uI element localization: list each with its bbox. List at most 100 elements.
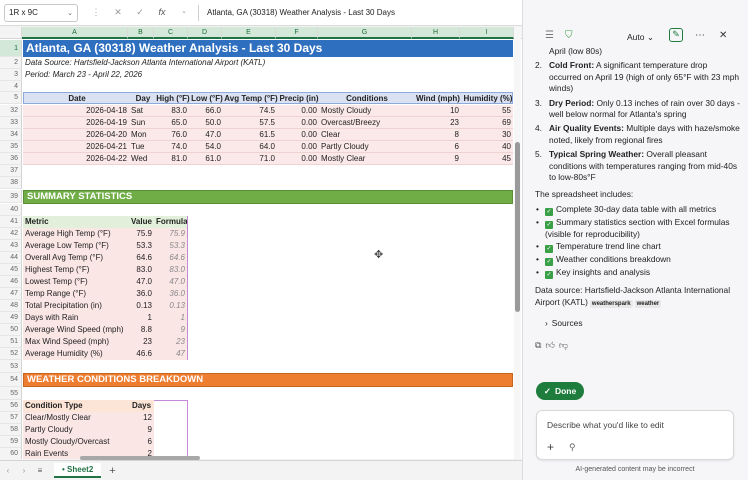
spreadsheet-grid[interactable]: A B C D E F G H I 1 Atlanta, GA (30318) … [0, 27, 522, 459]
citation-chip[interactable]: weatherspark [589, 299, 633, 308]
summary-metric[interactable]: Lowest Temp (°F) [23, 276, 129, 288]
row-header[interactable]: 47 [0, 288, 22, 300]
shield-icon[interactable]: ⛉ [565, 30, 573, 41]
table-cell[interactable]: 55 [461, 105, 513, 117]
summary-metric[interactable]: Total Precipitation (in) [23, 300, 129, 312]
table-cell[interactable]: Sun [129, 117, 155, 129]
row-header[interactable]: 46 [0, 276, 22, 288]
table-cell[interactable]: 74.5 [223, 105, 277, 117]
row-header[interactable]: 39 [0, 190, 22, 203]
row-header[interactable]: 3 [0, 69, 22, 81]
summary-formula[interactable]: 53.3 [154, 240, 188, 252]
row-header[interactable]: 55 [0, 387, 22, 400]
copy-icon[interactable]: ⧉ [535, 340, 545, 350]
summary-formula[interactable]: 36.0 [154, 288, 188, 300]
table-cell[interactable]: 2026-04-21 [23, 141, 129, 153]
data-source-text[interactable]: Data Source: Hartsfield-Jackson Atlanta … [23, 57, 267, 69]
mode-dropdown[interactable]: Auto ⌄ [627, 32, 654, 43]
summary-formula[interactable]: 47 [154, 348, 188, 360]
summary-formula[interactable]: 0.13 [154, 300, 188, 312]
condition-days[interactable]: 12 [129, 412, 154, 424]
table-cell[interactable]: 2026-04-19 [23, 117, 129, 129]
table-cell[interactable]: 50.0 [189, 117, 223, 129]
add-icon[interactable]: + [547, 440, 554, 454]
period-text[interactable]: Period: March 23 - April 22, 2026 [23, 69, 144, 81]
column-header-e[interactable]: E [222, 27, 276, 39]
row-header[interactable]: 1 [0, 40, 22, 57]
summary-formula[interactable]: 23 [154, 336, 188, 348]
table-cell[interactable]: 74.0 [155, 141, 189, 153]
more-icon[interactable]: ⋮ [90, 7, 102, 18]
summary-metric[interactable]: Highest Temp (°F) [23, 264, 129, 276]
table-cell[interactable]: 57.5 [223, 117, 277, 129]
table-cell[interactable]: 6 [413, 141, 461, 153]
table-cell[interactable]: 2026-04-22 [23, 153, 129, 165]
summary-metric[interactable]: Temp Range (°F) [23, 288, 129, 300]
name-box[interactable]: 1R x 9C ⌄ [4, 3, 78, 22]
table-cell[interactable]: 10 [413, 105, 461, 117]
column-header-g[interactable]: G [318, 27, 412, 39]
row-header[interactable]: 51 [0, 336, 22, 348]
table-cell[interactable]: 2026-04-20 [23, 129, 129, 141]
table-cell[interactable]: Sat [129, 105, 155, 117]
column-header-h[interactable]: H [412, 27, 460, 39]
row-header[interactable]: 45 [0, 264, 22, 276]
citation-chip[interactable]: weather [634, 299, 662, 308]
row-header[interactable]: 57 [0, 412, 22, 424]
table-cell[interactable]: 47.0 [189, 129, 223, 141]
summary-formula[interactable]: 83.0 [154, 264, 188, 276]
table-cell[interactable]: 64.0 [223, 141, 277, 153]
vertical-scroll-thumb[interactable] [515, 142, 520, 312]
row-header[interactable]: 38 [0, 177, 22, 189]
table-header-cell[interactable]: Wind (mph) [414, 93, 462, 104]
summary-formula[interactable]: 64.6 [154, 252, 188, 264]
row-header[interactable]: 59 [0, 436, 22, 448]
table-cell[interactable]: Partly Cloudy [319, 141, 413, 153]
row-header[interactable]: 60 [0, 448, 22, 459]
row-header[interactable]: 58 [0, 424, 22, 436]
table-header-cell[interactable]: Day [130, 93, 156, 104]
summary-metric[interactable]: Average Wind Speed (mph) [23, 324, 129, 336]
summary-header-value[interactable]: Value [129, 216, 154, 228]
formula-input[interactable]: Atlanta, GA (30318) Weather Analysis - L… [207, 8, 395, 17]
chevron-down-icon[interactable]: ⌄ [67, 9, 73, 17]
table-header-cell[interactable]: Humidity (%) [462, 93, 514, 104]
summary-metric[interactable]: Max Wind Speed (mph) [23, 336, 129, 348]
summary-value[interactable]: 8.8 [129, 324, 154, 336]
table-cell[interactable]: 40 [461, 141, 513, 153]
table-cell[interactable]: 0.00 [277, 117, 319, 129]
chevron-left-icon[interactable]: ‹ [0, 466, 16, 475]
summary-header-metric[interactable]: Metric [23, 216, 129, 228]
column-header-i[interactable]: I [460, 27, 514, 39]
table-header-cell[interactable]: Low (°F) [190, 93, 224, 104]
thumbs-down-icon[interactable]: 👎︎ [559, 340, 572, 350]
column-header-b[interactable]: B [128, 27, 154, 39]
table-cell[interactable]: Overcast/Breezy [319, 117, 413, 129]
summary-header-formula[interactable]: Formula [154, 216, 188, 228]
prompt-input[interactable]: Describe what you'd like to edit [547, 420, 664, 430]
summary-value[interactable]: 83.0 [129, 264, 154, 276]
row-header[interactable]: 37 [0, 165, 22, 177]
condition-type[interactable]: Mostly Cloudy/Overcast [23, 436, 129, 448]
done-button[interactable]: ✓ Done [536, 382, 584, 400]
table-cell[interactable]: 9 [413, 153, 461, 165]
prompt-input-box[interactable]: Describe what you'd like to edit + ⚲ [536, 410, 734, 460]
table-cell[interactable]: 69 [461, 117, 513, 129]
row-header[interactable]: 56 [0, 400, 22, 412]
table-header-cell[interactable]: High (°F) [156, 93, 190, 104]
row-header[interactable]: 35 [0, 141, 22, 153]
table-cell[interactable]: Mostly Clear [319, 153, 413, 165]
summary-value[interactable]: 47.0 [129, 276, 154, 288]
row-header[interactable]: 44 [0, 252, 22, 264]
table-cell[interactable]: 45 [461, 153, 513, 165]
table-cell[interactable]: 81.0 [155, 153, 189, 165]
summary-value[interactable]: 0.13 [129, 300, 154, 312]
row-header[interactable]: 49 [0, 312, 22, 324]
fx-icon[interactable]: fx [156, 7, 168, 18]
summary-formula[interactable]: 9 [154, 324, 188, 336]
summary-metric[interactable]: Days with Rain [23, 312, 129, 324]
thumbs-up-icon[interactable]: 👍︎ [545, 340, 558, 350]
row-header[interactable]: 34 [0, 129, 22, 141]
sources-toggle[interactable]: › Sources [535, 318, 740, 329]
condition-days[interactable]: 6 [129, 436, 154, 448]
